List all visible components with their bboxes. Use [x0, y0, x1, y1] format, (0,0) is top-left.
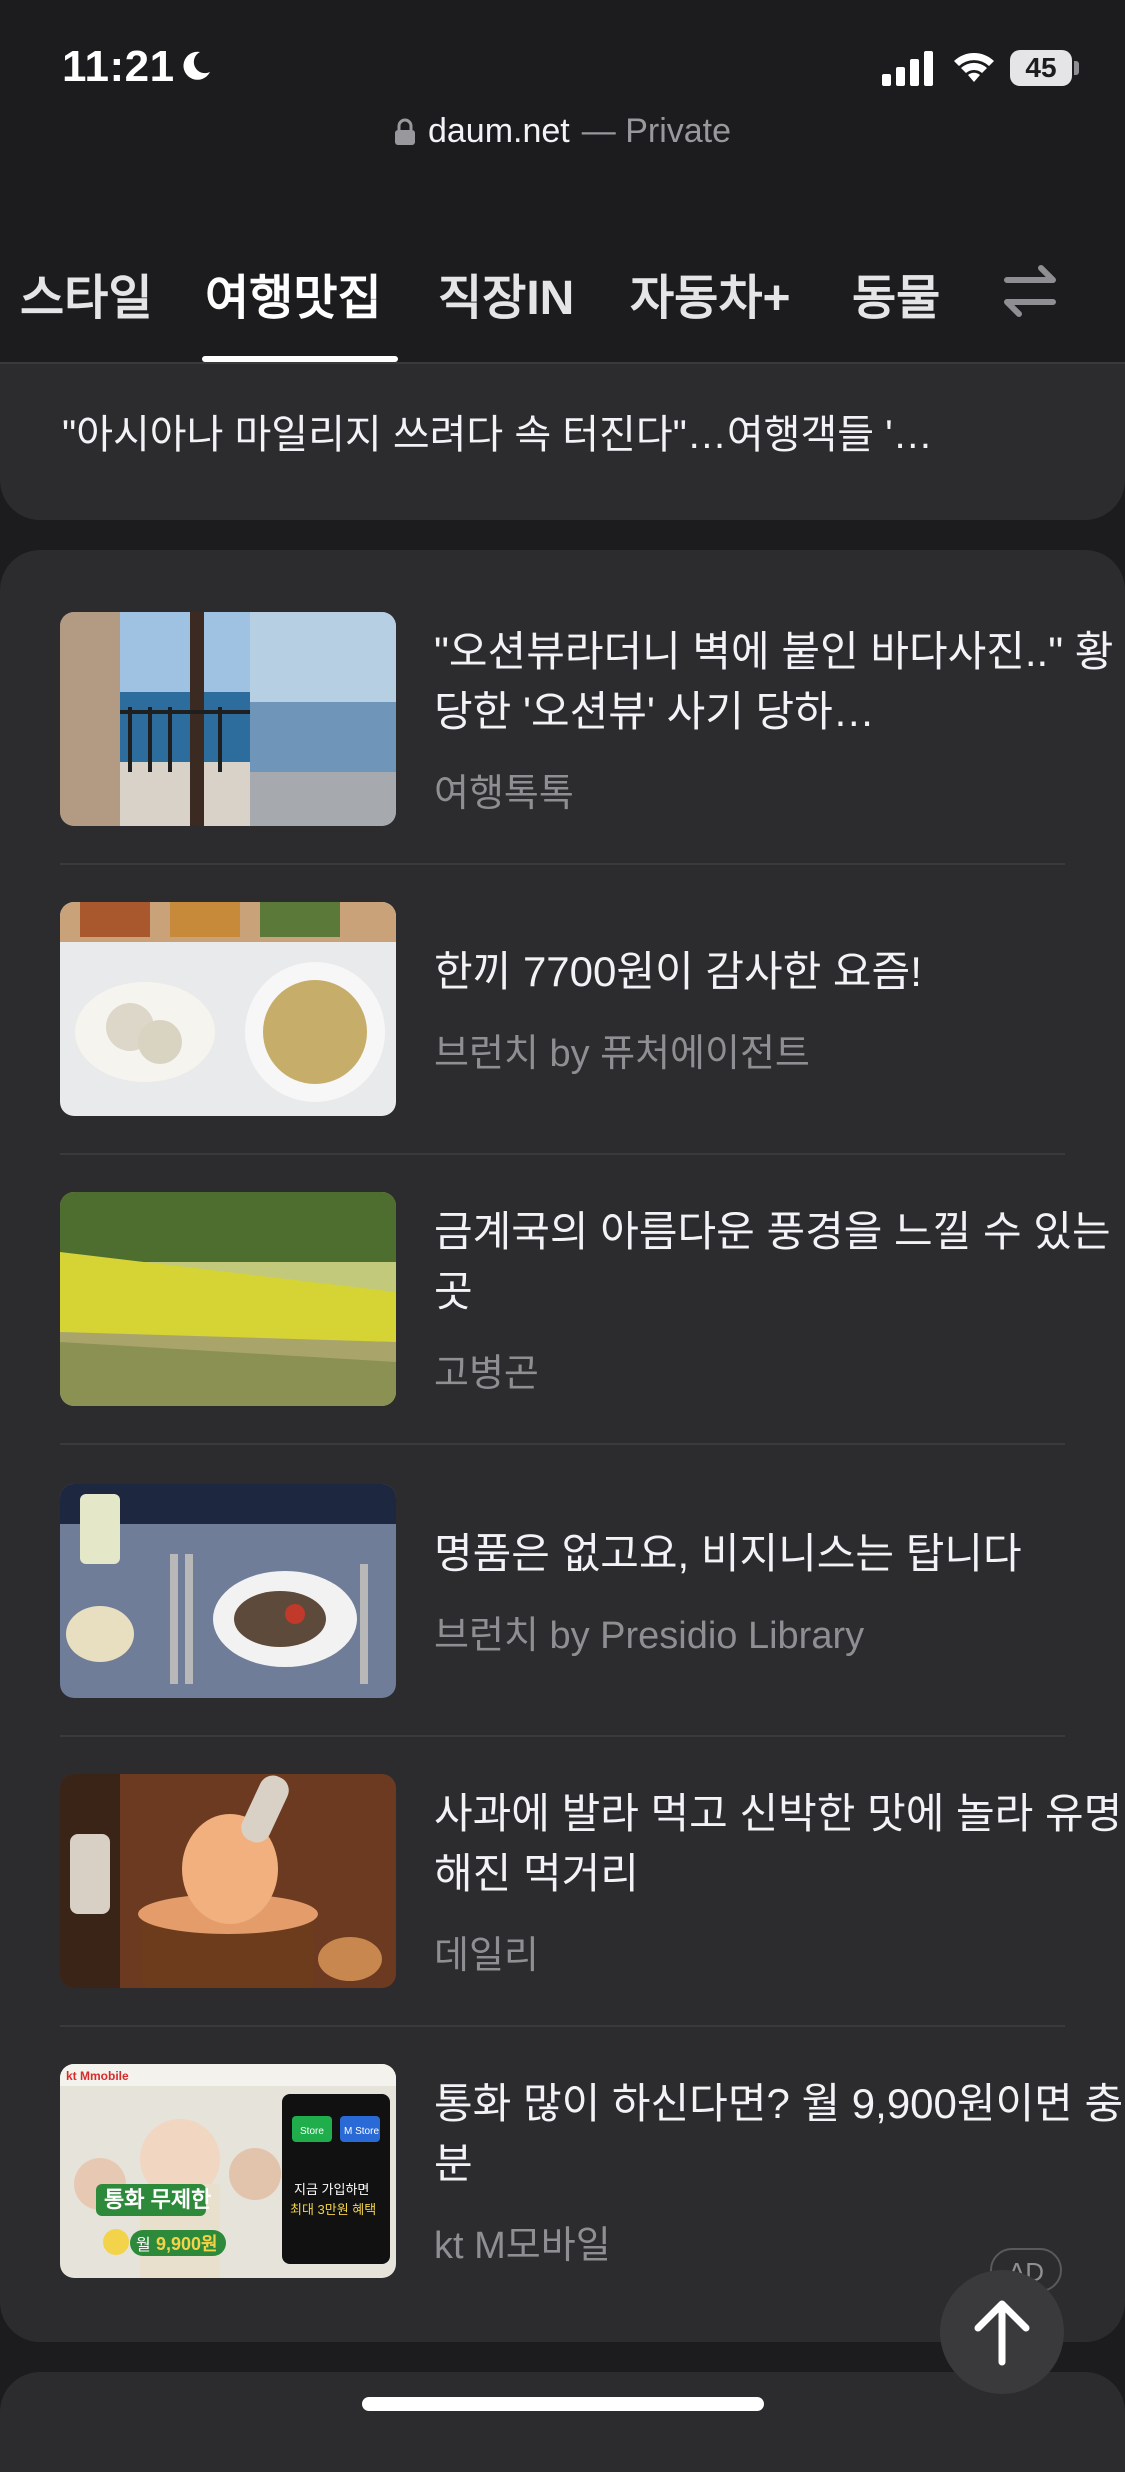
moon-icon [183, 51, 210, 80]
svg-text:월: 월 [136, 2236, 151, 2254]
ad-thumbnail: kt Mmobile Store M Store 지금 가입하면 최대 3만원 … [60, 2064, 396, 2278]
cellular-signal-icon [882, 51, 933, 86]
article-item-spread[interactable]: 사과에 발라 먹고 신박한 맛에 놀라 유명해진 먹거리 데일리 [60, 1774, 1122, 2064]
article-item-ad[interactable]: kt Mmobile Store M Store 지금 가입하면 최대 3만원 … [60, 2064, 1123, 2354]
article-title: 사과에 발라 먹고 신박한 맛에 놀라 유명해진 먹거리 [434, 1790, 1123, 1897]
article-thumbnail [60, 1774, 396, 1988]
private-label: — Private [581, 112, 732, 150]
status-time: 11:21 [62, 42, 175, 91]
article-source: 브런치 by 퓨처에이전트 [434, 1033, 810, 1075]
tab-workplace[interactable]: 직장IN [438, 258, 574, 328]
lock-icon [394, 118, 415, 145]
tab-animals[interactable]: 동물 [852, 258, 940, 328]
svg-text:Store: Store [300, 2126, 324, 2137]
svg-text:kt Mmobile: kt Mmobile [66, 2069, 129, 2083]
article-source: kt M모바일 [434, 2225, 611, 2267]
article-source: 브런치 by Presidio Library [434, 1615, 865, 1657]
headline-text: "아시아나 마일리지 쓰려다 속 터진다"…여행객들 '… [62, 413, 933, 457]
article-title: 명품은 없고요, 비지니스는 탑니다 [434, 1530, 1022, 1577]
article-title: 한끼 7700원이 감사한 요즘! [434, 948, 922, 995]
battery-icon: 45 [1010, 50, 1080, 86]
list-divider [60, 1735, 1065, 1737]
article-source: 데일리 [434, 1935, 539, 1977]
tab-style[interactable]: 스타일 [20, 258, 152, 328]
article-item-business-class[interactable]: 명품은 없고요, 비지니스는 탑니다 브런치 by Presidio Libra… [60, 1484, 1065, 1774]
arrow-up-icon [974, 2300, 1030, 2366]
url-domain: daum.net [427, 112, 570, 150]
svg-text:최대 3만원 혜택: 최대 3만원 혜택 [290, 2202, 376, 2217]
article-source: 고병곤 [434, 1353, 539, 1395]
article-item-ocean-view[interactable]: "오션뷰라더니 벽에 붙인 바다사진.." 황당한 '오션뷰' 사기 당하… 여… [60, 612, 1113, 902]
svg-text:M Store: M Store [344, 2126, 379, 2137]
article-title: "오션뷰라더니 벽에 붙인 바다사진.." 황당한 '오션뷰' 사기 당하… [434, 628, 1114, 735]
tab-travel-food[interactable]: 여행맛집 [205, 258, 382, 328]
article-item-flowers[interactable]: 금계국의 아름다운 풍경을 느낄 수 있는 곳 고병곤 [60, 1192, 1111, 1482]
scroll-to-top-button[interactable] [940, 2270, 1064, 2394]
url-bar[interactable]: daum.net — Private [0, 112, 1125, 164]
home-indicator[interactable] [362, 2397, 764, 2411]
svg-text:지금 가입하면: 지금 가입하면 [294, 2182, 369, 2197]
article-item-meal[interactable]: 한끼 7700원이 감사한 요즘! 브런치 by 퓨처에이전트 [60, 902, 1065, 1192]
status-bar: 11:21 45 [0, 0, 1125, 120]
battery-level: 45 [1025, 52, 1057, 83]
article-source: 여행톡톡 [434, 773, 574, 815]
article-thumbnail [60, 1484, 396, 1698]
wifi-icon [954, 53, 994, 82]
tab-cars[interactable]: 자동차+ [630, 258, 791, 328]
list-divider [60, 2025, 1065, 2027]
article-list: "오션뷰라더니 벽에 붙인 바다사진.." 황당한 '오션뷰' 사기 당하… 여… [0, 550, 1125, 2342]
list-divider [60, 863, 1065, 865]
svg-text:통화 무제한: 통화 무제한 [104, 2187, 211, 2212]
swap-arrows-icon[interactable] [995, 256, 1065, 326]
article-thumbnail [60, 1192, 396, 1406]
svg-text:9,900원: 9,900원 [156, 2234, 218, 2254]
headline-card[interactable]: "아시아나 마일리지 쓰려다 속 터진다"…여행객들 '… [0, 364, 1125, 520]
article-thumbnail [60, 902, 396, 1116]
category-tabs: 스타일 여행맛집 직장IN 자동차+ 동물 [0, 240, 1125, 364]
list-divider [60, 1443, 1065, 1445]
list-divider [60, 1153, 1065, 1155]
article-title: 통화 많이 하신다면? 월 9,900원이면 충분 [434, 2080, 1124, 2187]
article-thumbnail [60, 612, 396, 826]
article-title: 금계국의 아름다운 풍경을 느낄 수 있는 곳 [434, 1208, 1111, 1315]
